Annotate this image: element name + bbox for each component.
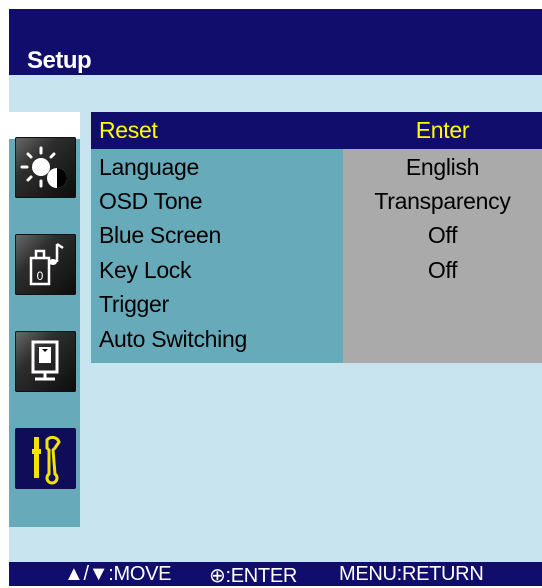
setup-tools-icon[interactable] (15, 428, 76, 489)
menu-item-label: Blue Screen (99, 222, 221, 248)
menu-item-auto-switching[interactable]: Auto Switching (91, 321, 542, 355)
enter-hint: ⊕:ENTER (209, 565, 297, 587)
footer-help-bar: ▲/▼:MOVE ⊕:ENTER MENU:RETURN (9, 562, 542, 587)
menu-item-value: Off (427, 257, 458, 283)
menu-item-language[interactable]: Language English (91, 149, 542, 183)
move-hint: ▲/▼:MOVE (64, 563, 172, 585)
page-title: Setup (27, 47, 92, 74)
return-hint: MENU:RETURN (339, 563, 484, 585)
menu-item-label: Key Lock (99, 257, 192, 283)
menu-item-value: Transparency (374, 188, 511, 214)
header-bar: Setup (9, 9, 542, 75)
brightness-contrast-icon[interactable] (15, 137, 76, 198)
osd-menu: Setup 0 Reset Enter Language English OSD… (0, 0, 542, 587)
menu-item-label: OSD Tone (99, 188, 203, 214)
menu-item-trigger[interactable]: Trigger (91, 286, 542, 320)
menu-item-label: Trigger (99, 291, 169, 317)
menu-item-value: Enter (415, 117, 470, 143)
menu-item-blue-screen[interactable]: Blue Screen Off (91, 217, 542, 251)
sound-icon[interactable]: 0 (15, 234, 76, 295)
header-spacer (9, 75, 542, 112)
menu-item-value: Off (427, 222, 458, 248)
menu-item-label: Auto Switching (99, 326, 247, 352)
menu-item-key-lock[interactable]: Key Lock Off (91, 252, 542, 286)
menu-item-value: English (405, 154, 480, 180)
sidebar-footer-spacer (9, 527, 80, 562)
display-icon[interactable] (15, 331, 76, 392)
menu-item-label: Reset (99, 117, 158, 143)
svg-text:0: 0 (37, 269, 44, 283)
menu-item-label: Language (99, 154, 199, 180)
menu-item-reset[interactable]: Reset Enter (91, 112, 542, 149)
menu-item-osd-tone[interactable]: OSD Tone Transparency (91, 183, 542, 217)
